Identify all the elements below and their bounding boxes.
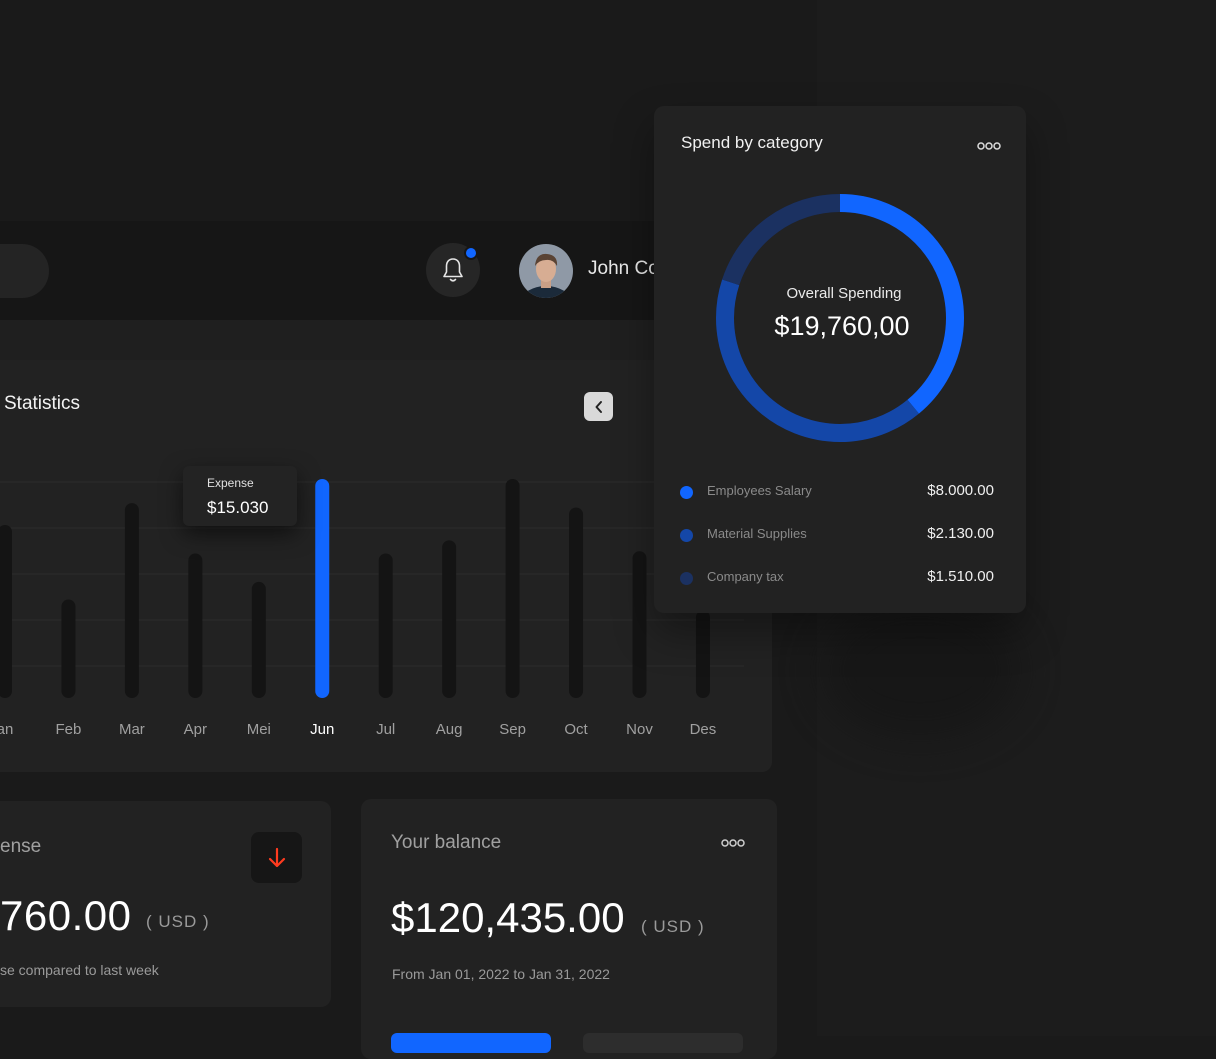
x-tick-label: Aug (436, 721, 463, 738)
legend-name: Material Supplies (707, 526, 807, 541)
tooltip-label: Expense (207, 476, 254, 490)
chart-bar-oct[interactable] (569, 507, 584, 698)
chart-bar-apr[interactable] (188, 553, 203, 698)
x-tick-label: Sep (499, 721, 526, 738)
chevron-left-icon (595, 400, 602, 413)
legend-name: Company tax (707, 569, 784, 584)
expense-title: ense (0, 836, 42, 857)
legend-value: $1.510.00 (927, 568, 994, 585)
overall-spending-label: Overall Spending (786, 285, 902, 302)
balance-date-range: From Jan 01, 2022 to Jan 31, 2022 (392, 966, 610, 982)
x-tick-label: Nov (626, 721, 653, 738)
x-tick-label: Des (690, 721, 717, 738)
notification-badge (464, 246, 478, 260)
chart-bar-nov[interactable] (632, 551, 647, 698)
balance-primary-button[interactable] (391, 1033, 551, 1053)
x-tick-label: Jun (310, 721, 334, 738)
x-tick-label: Feb (56, 721, 82, 738)
x-tick-label: Mei (247, 721, 271, 738)
chart-bar-sep[interactable] (505, 479, 520, 698)
spend-by-category-title: Spend by category (681, 133, 823, 152)
category-legend-item: Employees Salary $8.000.00 (680, 482, 994, 502)
legend-value: $2.130.00 (927, 525, 994, 542)
category-legend-item: Material Supplies $2.130.00 (680, 525, 994, 545)
legend-value: $8.000.00 (927, 482, 994, 499)
chart-bar-aug[interactable] (442, 540, 457, 698)
user-name: John Co (588, 258, 659, 279)
more-options-icon[interactable] (976, 139, 1002, 153)
expense-note: se compared to last week (0, 962, 159, 978)
chart-bar-jul[interactable] (378, 553, 393, 698)
legend-name: Employees Salary (707, 483, 812, 498)
expense-amount: 760.00 (0, 892, 132, 939)
x-tick-label: Oct (564, 721, 588, 738)
chart-bar-mei[interactable] (251, 581, 266, 698)
x-tick-label: an (0, 721, 13, 738)
x-tick-label: Mar (119, 721, 145, 738)
background-shadow (820, 600, 1020, 740)
more-options-icon[interactable] (720, 836, 746, 850)
overall-spending-value: $19,760,00 (774, 311, 910, 341)
legend-dot (680, 572, 693, 585)
balance-secondary-button[interactable] (583, 1033, 743, 1053)
expense-trend-button[interactable] (251, 832, 302, 883)
balance-amount: $120,435.00 (391, 894, 625, 941)
x-tick-label: Apr (184, 721, 207, 738)
chart-bar-des[interactable] (695, 610, 710, 698)
chart-bar-mar[interactable] (124, 503, 139, 698)
down-arrow-icon (268, 847, 285, 867)
x-tick-label: Jul (376, 721, 395, 738)
previous-period-button[interactable] (584, 392, 613, 421)
expense-currency: ( USD ) (146, 912, 210, 931)
avatar[interactable] (519, 244, 573, 298)
legend-dot (680, 486, 693, 499)
chart-bar-an[interactable] (0, 524, 12, 698)
balance-currency: ( USD ) (641, 917, 705, 936)
bell-icon (443, 258, 463, 282)
statistics-title: Statistics (4, 393, 81, 414)
tooltip-value: $15.030 (207, 498, 269, 517)
chart-bar-feb[interactable] (61, 599, 76, 698)
category-legend-item: Company tax $1.510.00 (680, 568, 994, 588)
balance-title: Your balance (391, 832, 502, 853)
chart-tooltip: Expense $15.030 (183, 466, 297, 526)
legend-dot (680, 529, 693, 542)
chart-bar-jun[interactable] (315, 479, 330, 698)
